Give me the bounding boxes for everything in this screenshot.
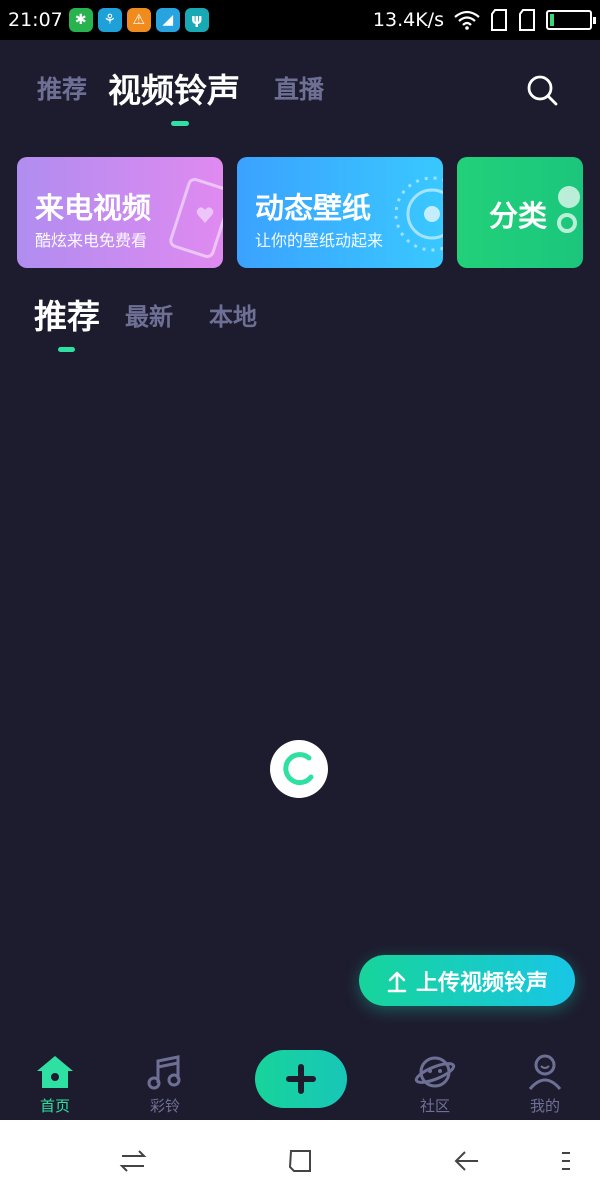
- home-icon: [37, 1056, 73, 1088]
- bottom-nav: 首页 彩铃 社区 我的: [0, 1040, 600, 1120]
- nav-ringback[interactable]: 彩铃: [125, 1053, 205, 1116]
- notification-icons: ✱ ⚘ ⚠ ◢ ψ: [68, 8, 209, 32]
- nav-label: 首页: [39, 1097, 70, 1115]
- banner-subtitle: 酷炫来电免费看: [35, 231, 148, 250]
- back-arrow-icon[interactable]: [452, 1146, 482, 1176]
- gallery-notify-icon: ◢: [155, 8, 180, 32]
- warning-notify-icon: ⚠: [126, 8, 151, 32]
- nav-mine[interactable]: 我的: [505, 1053, 585, 1116]
- status-time: 21:07: [8, 9, 63, 31]
- loading-spinner: [270, 740, 328, 798]
- usb-notify-icon: ψ: [184, 8, 209, 32]
- nav-home[interactable]: 首页: [15, 1053, 95, 1116]
- nav-label: 彩铃: [149, 1097, 180, 1115]
- category-bubbles-icon: [557, 186, 580, 233]
- sim2-icon: [519, 9, 535, 31]
- tab-video-ringtone[interactable]: 视频铃声: [108, 64, 240, 112]
- status-right: 13.4K/s: [372, 9, 596, 31]
- phone-card-icon: [169, 177, 223, 259]
- banner-title: 来电视频: [35, 191, 152, 225]
- home-square-icon[interactable]: [285, 1146, 315, 1176]
- music-note-icon: [147, 1055, 181, 1090]
- wallpaper-ring-icon: [394, 176, 443, 252]
- subtab-latest[interactable]: 最新: [125, 297, 173, 332]
- plus-icon: [286, 1064, 316, 1094]
- battery-level: [550, 14, 554, 26]
- banner-title: 分类: [489, 199, 548, 233]
- banner-category[interactable]: 分类: [457, 157, 583, 268]
- sim1-icon: [491, 9, 507, 31]
- banner-live-wallpaper[interactable]: 动态壁纸 让你的壁纸动起来: [237, 157, 443, 268]
- nav-community[interactable]: 社区: [395, 1053, 475, 1116]
- wifi-icon: [454, 10, 480, 30]
- nav-label: 社区: [419, 1097, 450, 1115]
- tab-recommend[interactable]: 推荐: [37, 70, 87, 106]
- add-button[interactable]: [255, 1050, 347, 1108]
- battery-icon: [546, 10, 596, 30]
- search-icon[interactable]: [526, 74, 558, 106]
- upload-icon: [387, 971, 407, 992]
- subtab-recommend[interactable]: 推荐: [34, 290, 100, 338]
- upload-button-label: 上传视频铃声: [415, 970, 548, 996]
- status-bar: 21:07 ✱ ⚘ ⚠ ◢ ψ 13.4K/s: [0, 0, 600, 40]
- subtab-local[interactable]: 本地: [209, 297, 257, 332]
- nav-label: 我的: [529, 1097, 560, 1115]
- system-nav-bar: [0, 1120, 600, 1200]
- top-tab-indicator: [171, 121, 189, 126]
- tab-live[interactable]: 直播: [274, 70, 324, 106]
- loading-icon: [283, 752, 314, 786]
- banner-call-video[interactable]: 来电视频 酷炫来电免费看: [17, 157, 223, 268]
- net-speed: 13.4K/s: [372, 9, 444, 31]
- sub-tab-indicator: [58, 347, 75, 352]
- person-icon: [528, 1054, 562, 1090]
- menu-dots-icon[interactable]: [556, 1146, 586, 1176]
- planet-icon: [414, 1056, 456, 1088]
- banner-subtitle: 让你的壁纸动起来: [255, 231, 384, 250]
- recents-switch-icon[interactable]: [118, 1146, 148, 1176]
- upload-video-ringtone-button[interactable]: 上传视频铃声: [359, 955, 575, 1006]
- banner-title: 动态壁纸: [255, 191, 372, 225]
- app-notify-icon: ⚘: [97, 8, 122, 32]
- wechat-notify-icon: ✱: [68, 8, 93, 32]
